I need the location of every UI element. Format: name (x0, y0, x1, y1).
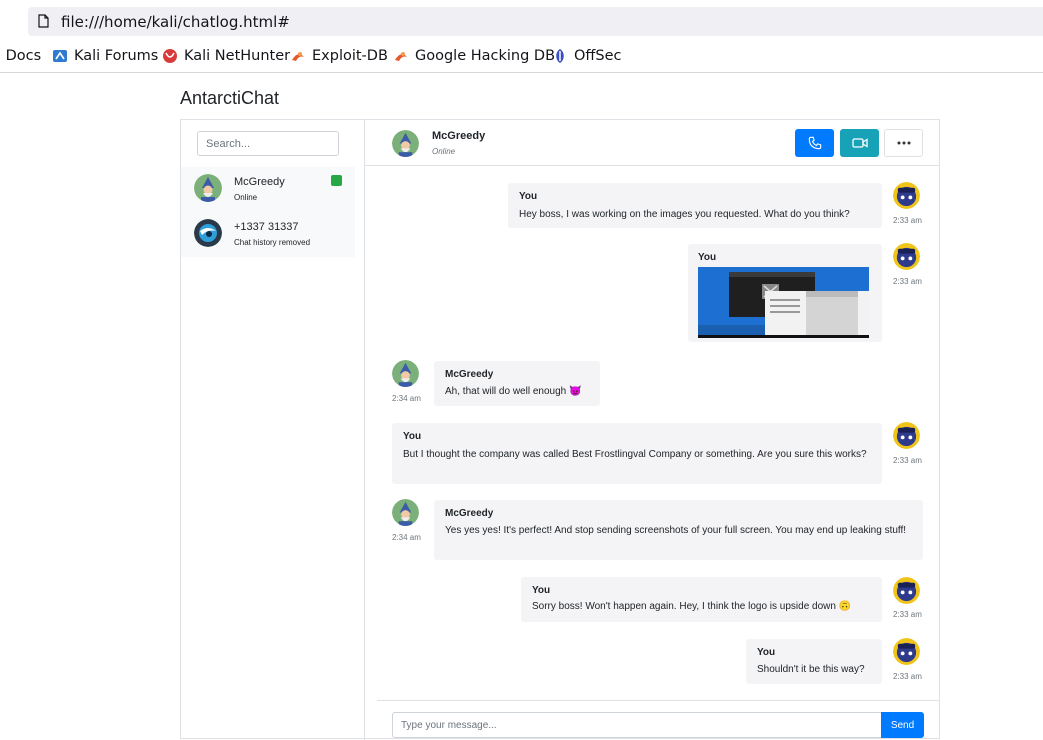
exploit-db-icon (292, 52, 304, 61)
chat-card: McGreedy Online +1337 31337 Chat history… (180, 119, 940, 740)
video-call-button[interactable] (840, 129, 879, 157)
bookmark-label: Kali NetHunter (184, 48, 291, 64)
bookmark-google-hacking-db[interactable]: Google Hacking DB (393, 48, 555, 64)
video-camera-icon (851, 138, 868, 148)
url-text[interactable]: file:///home/kali/chatlog.html# (61, 13, 290, 31)
mcgreedy-avatar (194, 174, 222, 202)
page-icon (38, 14, 49, 28)
contacts-sidebar: McGreedy Online +1337 31337 Chat history… (181, 120, 365, 740)
chat-partner-name: McGreedy (432, 130, 486, 142)
message-text: But I thought the company was called Bes… (403, 449, 867, 460)
screenshot-image[interactable] (698, 267, 869, 338)
ellipsis-icon (897, 141, 910, 145)
unknown-contact-avatar (194, 219, 222, 247)
message-time: 2:33 am (893, 216, 922, 225)
kali-nethunter-icon (163, 49, 177, 63)
bookmarks-bar: i Docs Kali Forums Kali NetHunter Exploi… (0, 40, 1043, 73)
bookmark-kali-docs[interactable]: i Docs (0, 48, 41, 64)
contact-item-unknown-number[interactable]: +1337 31337 Chat history removed (181, 212, 355, 257)
chat-header: McGreedy Online (365, 120, 939, 166)
ghdb-icon (395, 52, 407, 61)
message-time: 2:33 am (893, 277, 922, 286)
message-bubble-outgoing: You Hey boss, I was working on the image… (508, 183, 882, 228)
bookmark-exploit-db[interactable]: Exploit-DB (290, 48, 388, 64)
voice-call-button[interactable] (795, 129, 834, 157)
you-avatar (893, 243, 920, 270)
message-bubble-incoming: McGreedy Yes yes yes! It's perfect! And … (434, 500, 923, 560)
chat-panel: McGreedy Online You Hey boss, I was work… (365, 120, 939, 740)
online-indicator (331, 175, 342, 186)
message-time: 2:33 am (893, 456, 922, 465)
mcgreedy-avatar (392, 360, 419, 387)
message-sender: You (403, 431, 422, 442)
app-title: AntarctiChat (180, 88, 280, 108)
message-input[interactable] (392, 712, 882, 738)
bookmark-label: Google Hacking DB (415, 48, 556, 64)
message-time: 2:34 am (392, 533, 421, 542)
message-sender: McGreedy (445, 508, 494, 519)
message-sender: You (519, 191, 538, 202)
bookmark-label: OffSec (574, 48, 622, 64)
search-input[interactable] (197, 131, 339, 156)
message-sender: You (698, 252, 717, 263)
message-composer: Send (377, 700, 939, 740)
contact-name: +1337 31337 (234, 221, 299, 233)
bookmark-kali-nethunter[interactable]: Kali NetHunter (162, 48, 290, 64)
you-avatar (893, 638, 920, 665)
browser-toolbar: file:///home/kali/chatlog.html# (0, 0, 1043, 40)
you-avatar (893, 422, 920, 449)
chat-partner-status: Online (432, 147, 456, 156)
message-text: Sorry boss! Won't happen again. Hey, I t… (532, 601, 852, 612)
more-options-button[interactable] (884, 129, 923, 157)
send-button[interactable]: Send (881, 712, 924, 738)
chat-partner-avatar (392, 130, 419, 157)
message-bubble-outgoing: You Sorry boss! Won't happen again. Hey,… (521, 577, 882, 622)
message-bubble-outgoing: You Shouldn't it be this way? (746, 639, 882, 684)
message-sender: McGreedy (445, 369, 494, 380)
message-text: Ah, that will do well enough 😈 (445, 386, 582, 397)
kali-forums-icon (53, 50, 67, 62)
message-sender: You (532, 585, 551, 596)
bookmark-label: i Docs (0, 48, 42, 64)
message-bubble-outgoing: You (688, 244, 882, 342)
you-avatar (893, 577, 920, 604)
phone-icon (808, 136, 821, 150)
message-text: Yes yes yes! It's perfect! And stop send… (445, 525, 907, 536)
message-bubble-incoming: McGreedy Ah, that will do well enough 😈 (434, 361, 600, 406)
message-time: 2:33 am (893, 610, 922, 619)
contact-name: McGreedy (234, 176, 285, 188)
message-text: Hey boss, I was working on the images yo… (519, 209, 850, 220)
bookmark-label: Kali Forums (74, 48, 159, 64)
bookmark-offsec[interactable]: OffSec (552, 48, 622, 64)
message-bubble-outgoing: You But I thought the company was called… (392, 423, 882, 484)
message-sender: You (757, 647, 776, 658)
bookmark-label: Exploit-DB (312, 48, 388, 64)
contact-status: Online (234, 193, 258, 202)
message-list: You Hey boss, I was working on the image… (377, 166, 939, 702)
contact-status: Chat history removed (234, 238, 311, 247)
message-time: 2:33 am (893, 672, 922, 681)
bookmark-kali-forums[interactable]: Kali Forums (52, 48, 158, 64)
url-bar[interactable]: file:///home/kali/chatlog.html# (28, 7, 1043, 36)
contact-item-mcgreedy[interactable]: McGreedy Online (181, 167, 355, 212)
mcgreedy-avatar (392, 499, 419, 526)
you-avatar (893, 182, 920, 209)
message-text: Shouldn't it be this way? (757, 664, 865, 675)
offsec-icon (556, 49, 564, 63)
message-time: 2:34 am (392, 394, 421, 403)
